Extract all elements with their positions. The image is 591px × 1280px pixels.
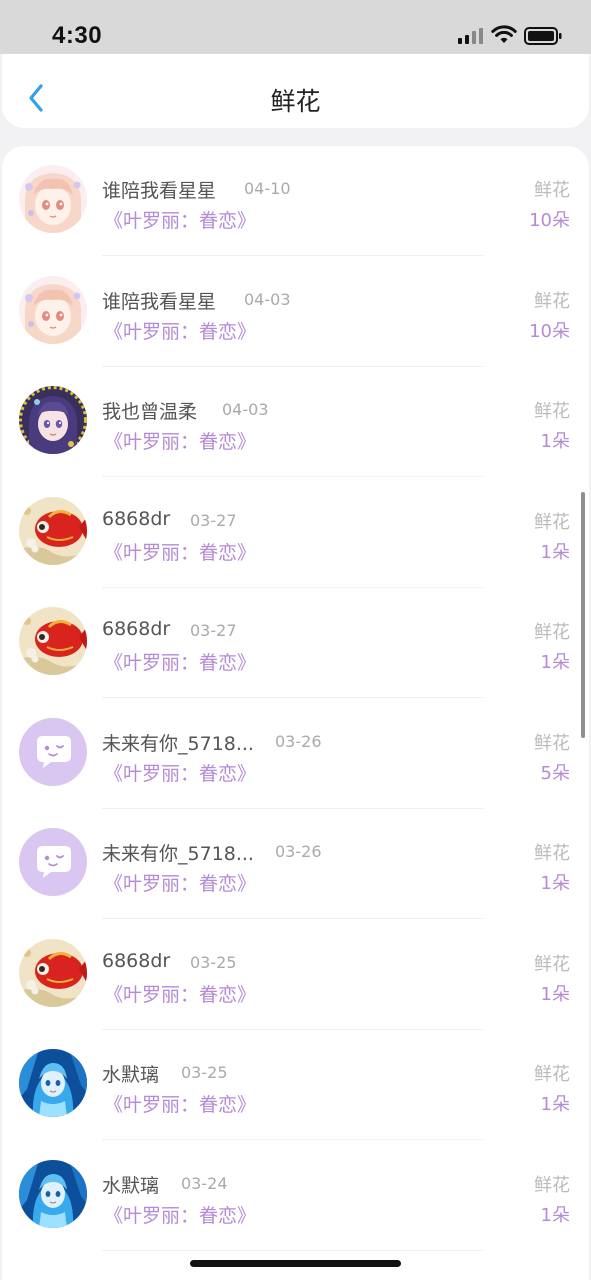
gift-type-label: 鲜花 [534,622,570,643]
work-title-link[interactable]: 《叶罗丽：眷恋》 [104,980,256,1007]
gift-count: 1朵 [540,652,570,673]
gift-type-label: 鲜花 [534,401,570,422]
user-name[interactable]: 未来有你_5718... [102,839,254,866]
user-name[interactable]: 6868dr [102,508,170,530]
divider [102,1249,483,1251]
gift-count: 10朵 [529,320,570,342]
list-item[interactable]: 6868dr 03-27 《叶罗丽：眷恋》 鲜花 1朵 [2,478,589,588]
user-name[interactable]: 水默璃 [102,1060,159,1087]
work-title-link[interactable]: 《叶罗丽：眷恋》 [104,538,256,565]
record-date: 03-25 [181,1063,228,1082]
work-title-link[interactable]: 《叶罗丽：眷恋》 [104,206,256,233]
avatar[interactable] [19,607,87,675]
gift-type-label: 鲜花 [534,843,570,864]
user-name[interactable]: 我也曾温柔 [102,397,197,424]
record-date: 03-27 [190,510,237,530]
list-item[interactable]: 水默璃 03-25 《叶罗丽：眷恋》 鲜花 1朵 [2,1030,589,1140]
user-name[interactable]: 6868dr [102,950,170,972]
gift-type-label: 鲜花 [534,290,570,312]
work-title-link[interactable]: 《叶罗丽：眷恋》 [104,759,256,786]
record-date: 03-26 [275,842,322,861]
avatar[interactable] [19,828,87,896]
avatar[interactable] [19,496,87,565]
gift-type-label: 鲜花 [534,732,570,754]
user-name[interactable]: 6868dr [102,618,170,640]
user-name[interactable]: 谁陪我看星星 [102,287,216,314]
record-date: 03-24 [181,1173,228,1193]
gift-count: 10朵 [529,210,570,231]
work-title-link[interactable]: 《叶罗丽：眷恋》 [104,869,256,896]
status-time: 4:30 [52,22,103,49]
user-name[interactable]: 水默璃 [102,1171,159,1198]
list-item[interactable]: 谁陪我看星星 04-10 《叶罗丽：眷恋》 鲜花 10朵 [2,146,589,256]
gift-count: 1朵 [540,431,570,452]
work-title-link[interactable]: 《叶罗丽：眷恋》 [104,427,256,454]
cellular-signal-icon [458,28,483,44]
gift-type-label: 鲜花 [534,1064,570,1085]
work-title-link[interactable]: 《叶罗丽：眷恋》 [104,1090,256,1117]
scrollbar[interactable] [581,492,585,738]
list-item[interactable]: 谁陪我看星星 04-03 《叶罗丽：眷恋》 鲜花 10朵 [2,257,589,367]
gift-count: 5朵 [540,762,570,784]
gift-type-label: 鲜花 [534,511,570,533]
avatar[interactable] [19,1159,87,1228]
record-date: 03-26 [275,731,322,751]
nav-bar: 鲜花 [2,54,589,128]
list-item[interactable]: 未来有你_5718... 03-26 《叶罗丽：眷恋》 鲜花 1朵 [2,809,589,919]
battery-icon [524,27,562,45]
avatar[interactable] [19,717,87,786]
avatar[interactable] [19,386,87,454]
list-item[interactable]: 我也曾温柔 04-03 《叶罗丽：眷恋》 鲜花 1朵 [2,367,589,477]
page-title: 鲜花 [270,87,321,116]
gift-count: 1朵 [540,1204,570,1226]
gift-type-label: 鲜花 [534,180,570,201]
record-date: 03-25 [190,952,237,972]
user-name[interactable]: 谁陪我看星星 [102,176,216,203]
wifi-icon [491,25,517,43]
gift-count: 1朵 [540,1094,570,1115]
gift-record-list[interactable]: 谁陪我看星星 04-10 《叶罗丽：眷恋》 鲜花 10朵 谁陪我看星星 04-03 《叶罗丽… [2,146,589,1280]
gift-count: 1朵 [540,873,570,894]
user-name[interactable]: 未来有你_5718... [102,729,254,756]
list-item[interactable]: 6868dr 03-27 《叶罗丽：眷恋》 鲜花 1朵 [2,588,589,698]
status-bar: 4:30 [0,0,591,54]
list-item[interactable]: 未来有你_5718... 03-26 《叶罗丽：眷恋》 鲜花 5朵 [2,699,589,809]
list-item[interactable]: 6868dr 03-25 《叶罗丽：眷恋》 鲜花 1朵 [2,920,589,1030]
avatar[interactable] [19,1049,87,1117]
record-date: 04-03 [222,400,269,419]
avatar[interactable] [19,938,87,1007]
avatar[interactable] [19,275,87,344]
record-date: 03-27 [190,621,237,640]
gift-type-label: 鲜花 [534,1174,570,1196]
record-date: 04-10 [244,179,291,198]
work-title-link[interactable]: 《叶罗丽：眷恋》 [104,648,256,675]
work-title-link[interactable]: 《叶罗丽：眷恋》 [104,317,256,344]
gift-type-label: 鲜花 [534,953,570,975]
gift-count: 1朵 [540,983,570,1005]
list-item[interactable]: 水默璃 03-24 《叶罗丽：眷恋》 鲜花 1朵 [2,1141,589,1251]
work-title-link[interactable]: 《叶罗丽：眷恋》 [104,1201,256,1228]
home-indicator[interactable] [190,1260,401,1267]
record-date: 04-03 [244,289,291,309]
avatar[interactable] [19,165,87,233]
gift-count: 1朵 [540,541,570,563]
